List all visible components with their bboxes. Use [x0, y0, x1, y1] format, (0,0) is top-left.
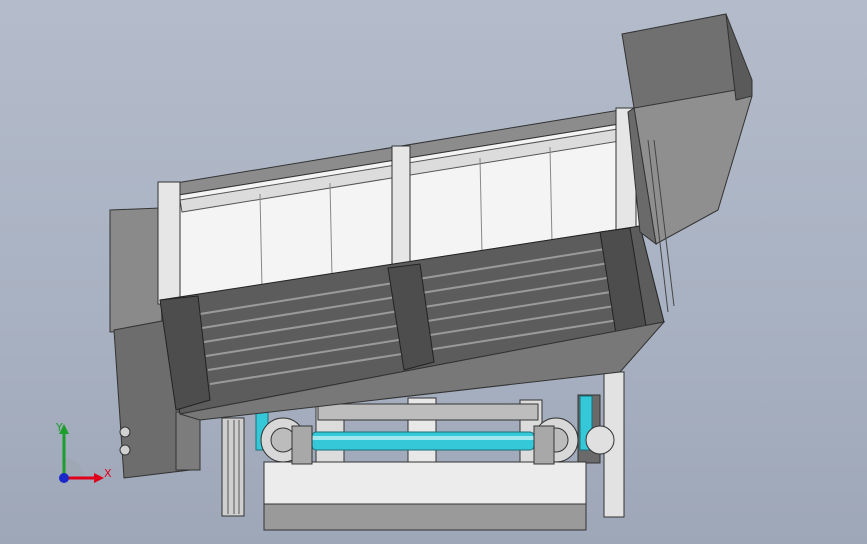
view-triad[interactable]: X Y	[44, 418, 120, 494]
y-axis-label: Y	[56, 421, 63, 434]
machine-model[interactable]	[0, 0, 867, 544]
cad-viewport[interactable]: X Y	[0, 0, 867, 544]
main-trough	[157, 107, 666, 421]
x-axis-label: X	[104, 467, 112, 480]
